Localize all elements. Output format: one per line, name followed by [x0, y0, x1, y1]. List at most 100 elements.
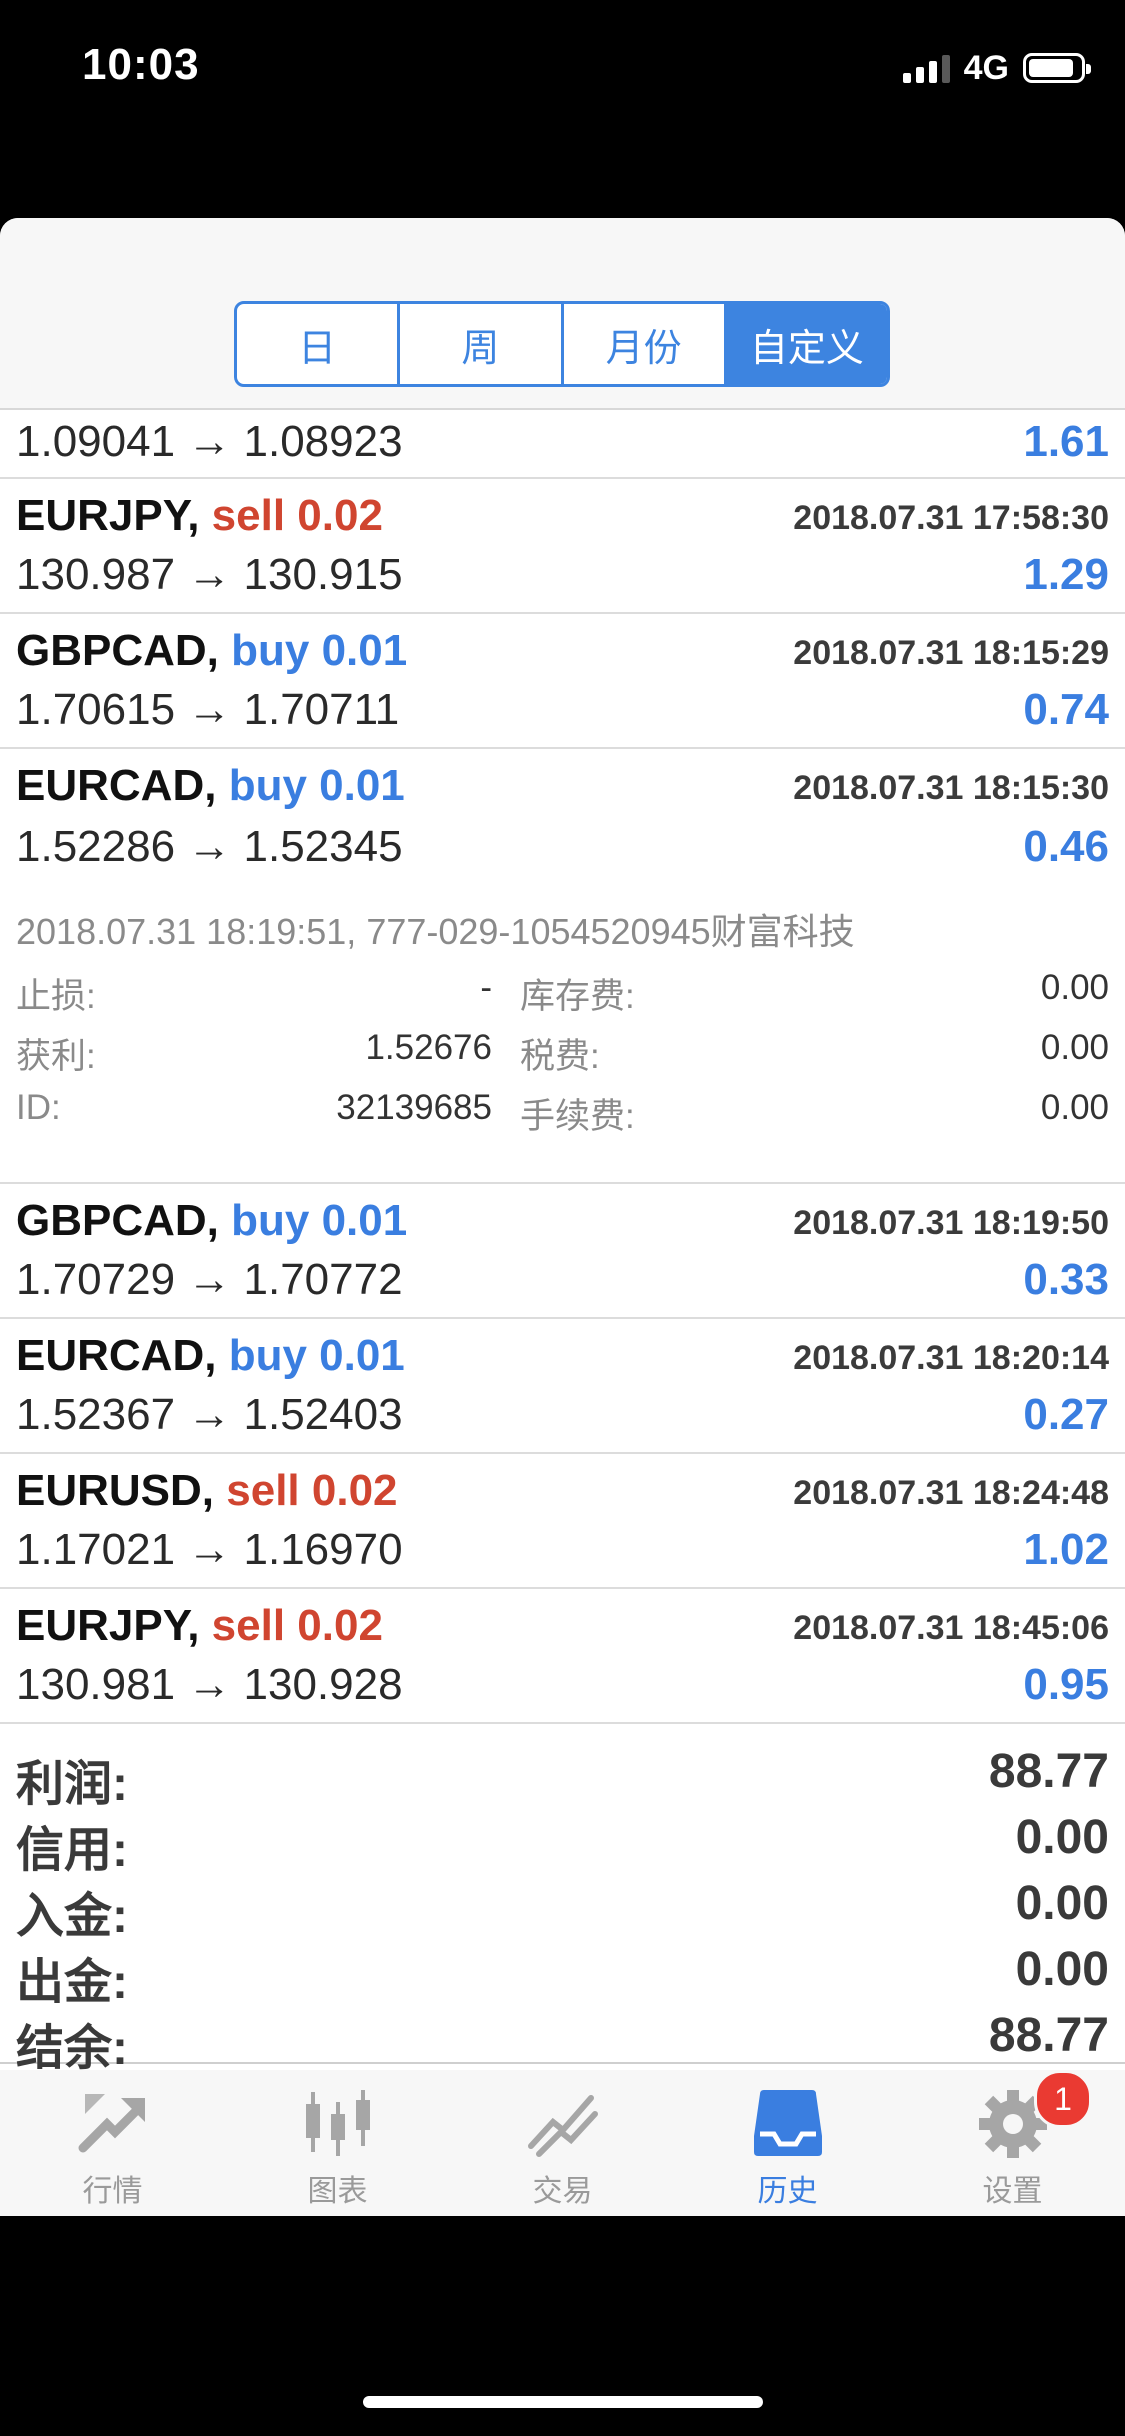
deal-title: EURUSD, sell 0.02 [16, 1466, 398, 1516]
quotes-icon [78, 2094, 145, 2153]
deal-prices: 1.52286 → 1.52345 [16, 822, 403, 871]
tab-history[interactable]: 历史 [675, 2070, 900, 2216]
deal-row[interactable]: EURJPY, sell 0.02 2018.07.31 17:58:30 13… [0, 479, 1125, 614]
tax-label: 税费: [520, 1037, 600, 1076]
account-summary: 利润: 88.77 信用: 0.00 入金: 0.00 出金: 0.00 结余:… [0, 1724, 1125, 2075]
deal-list: 1.09041 → 1.08923 1.61 EURJPY, sell 0.02… [0, 410, 1125, 2075]
tab-chart[interactable]: 图表 [225, 2070, 450, 2216]
deal-type: sell 0.02 [211, 491, 383, 540]
deal-profit: 0.74 [1023, 685, 1109, 734]
notification-badge: 1 [1034, 2070, 1092, 2128]
tab-label: 图表 [307, 2175, 368, 2208]
deal-symbol: EURUSD, [16, 1466, 215, 1515]
id-label: ID: [16, 1088, 61, 1127]
deal-row-expanded[interactable]: EURCAD, buy 0.01 2018.07.31 18:15:30 1.5… [0, 749, 1125, 884]
deal-title: EURCAD, buy 0.01 [16, 761, 405, 811]
tax-value: 0.00 [1040, 1028, 1109, 1067]
home-indicator [363, 2396, 763, 2408]
deal-type: buy 0.01 [228, 1331, 405, 1380]
stop-loss-value: - [480, 968, 492, 1007]
summary-row-balance: 结余: 88.77 [0, 2008, 1125, 2075]
deal-prices: 130.987 → 130.915 [16, 550, 403, 599]
deal-detail-panel: 2018.07.31 18:19:51, 777-029-1054520945财… [0, 884, 1125, 1184]
swap-label: 库存费: [520, 977, 635, 1016]
deal-profit: 0.95 [1023, 1660, 1109, 1709]
deal-symbol: EURJPY, [16, 491, 200, 540]
deal-prices: 1.52367 → 1.52403 [16, 1390, 403, 1439]
period-custom-button[interactable]: 自定义 [726, 304, 887, 384]
deal-date: 2018.07.31 18:19:50 [793, 1204, 1109, 1242]
take-profit-label: 获利: [16, 1037, 96, 1076]
chart-icon [306, 2090, 370, 2156]
take-profit-value: 1.52676 [365, 1028, 492, 1067]
swap-value: 0.00 [1040, 968, 1109, 1007]
tab-trade[interactable]: 交易 [450, 2070, 675, 2216]
deal-date: 2018.07.31 18:15:30 [793, 769, 1109, 807]
deal-symbol: EURCAD, [16, 761, 217, 810]
deal-row[interactable]: GBPCAD, buy 0.01 2018.07.31 18:15:29 1.7… [0, 614, 1125, 749]
period-month-button[interactable]: 月份 [564, 304, 727, 384]
tab-label: 设置 [982, 2175, 1043, 2208]
summary-label: 入金: [16, 1890, 128, 1943]
summary-label: 结余: [16, 2022, 128, 2075]
summary-label: 信用: [16, 1824, 128, 1877]
deal-row[interactable]: EURCAD, buy 0.01 2018.07.31 18:20:14 1.5… [0, 1319, 1125, 1454]
summary-label: 出金: [16, 1956, 128, 2009]
deal-row[interactable]: EURJPY, sell 0.02 2018.07.31 18:45:06 13… [0, 1589, 1125, 1724]
period-day-button[interactable]: 日 [237, 304, 401, 384]
summary-row-credit: 信用: 0.00 [0, 1810, 1125, 1877]
history-icon [754, 2090, 822, 2156]
deal-type: sell 0.02 [211, 1601, 383, 1650]
deal-symbol: EURJPY, [16, 1601, 200, 1650]
deal-profit: 0.46 [1023, 822, 1109, 871]
summary-value: 88.77 [988, 2009, 1109, 2062]
status-time: 10:03 [82, 40, 200, 89]
deal-title: GBPCAD, buy 0.01 [16, 626, 407, 676]
summary-row-deposit: 入金: 0.00 [0, 1876, 1125, 1943]
deal-row[interactable]: 1.09041 → 1.08923 1.61 [0, 410, 1125, 479]
deal-symbol: GBPCAD, [16, 626, 219, 675]
summary-label: 利润: [16, 1758, 128, 1811]
deal-date: 2018.07.31 18:15:29 [793, 634, 1109, 672]
deal-type: buy 0.01 [231, 626, 408, 675]
deal-date: 2018.07.31 18:20:14 [793, 1339, 1109, 1377]
deal-profit: 0.33 [1023, 1255, 1109, 1304]
summary-row-profit: 利润: 88.77 [0, 1744, 1125, 1811]
deal-profit: 1.61 [1023, 417, 1109, 466]
deal-profit: 1.29 [1023, 550, 1109, 599]
period-toolbar: 日 周 月份 自定义 [0, 218, 1125, 410]
summary-value: 0.00 [1015, 1943, 1109, 1996]
stop-loss-label: 止损: [16, 977, 96, 1016]
deal-profit: 0.27 [1023, 1390, 1109, 1439]
battery-icon [1023, 53, 1091, 83]
deal-date: 2018.07.31 18:45:06 [793, 1609, 1109, 1647]
deal-row[interactable]: GBPCAD, buy 0.01 2018.07.31 18:19:50 1.7… [0, 1184, 1125, 1319]
deal-title: EURJPY, sell 0.02 [16, 491, 383, 541]
deal-date: 2018.07.31 17:58:30 [793, 499, 1109, 537]
detail-header: 2018.07.31 18:19:51, 777-029-1054520945财… [16, 911, 855, 952]
deal-date: 2018.07.31 18:24:48 [793, 1474, 1109, 1512]
tab-label: 交易 [532, 2175, 593, 2208]
deal-title: GBPCAD, buy 0.01 [16, 1196, 407, 1246]
deal-title: EURJPY, sell 0.02 [16, 1601, 383, 1651]
tab-settings[interactable]: 1 设置 [900, 2070, 1125, 2216]
deal-type: sell 0.02 [226, 1466, 398, 1515]
summary-row-withdrawal: 出金: 0.00 [0, 1942, 1125, 2009]
summary-value: 0.00 [1015, 1811, 1109, 1864]
deal-symbol: EURCAD, [16, 1331, 217, 1380]
status-bar: 10:03 4G [0, 0, 1125, 140]
period-week-button[interactable]: 周 [400, 304, 564, 384]
deal-row[interactable]: EURUSD, sell 0.02 2018.07.31 18:24:48 1.… [0, 1454, 1125, 1589]
cellular-signal-icon [902, 53, 950, 83]
deal-profit: 1.02 [1023, 1525, 1109, 1574]
deal-prices: 1.70615 → 1.70711 [16, 685, 400, 734]
trade-icon [528, 2095, 598, 2157]
id-value: 32139685 [336, 1088, 492, 1127]
deal-prices: 130.981 → 130.928 [16, 1660, 403, 1709]
commission-value: 0.00 [1040, 1088, 1109, 1127]
deal-prices: 1.17021 → 1.16970 [16, 1525, 403, 1574]
deal-title: EURCAD, buy 0.01 [16, 1331, 405, 1381]
deal-prices: 1.70729 → 1.70772 [16, 1255, 403, 1304]
tab-quotes[interactable]: 行情 [0, 2070, 225, 2216]
summary-value: 88.77 [988, 1745, 1109, 1798]
